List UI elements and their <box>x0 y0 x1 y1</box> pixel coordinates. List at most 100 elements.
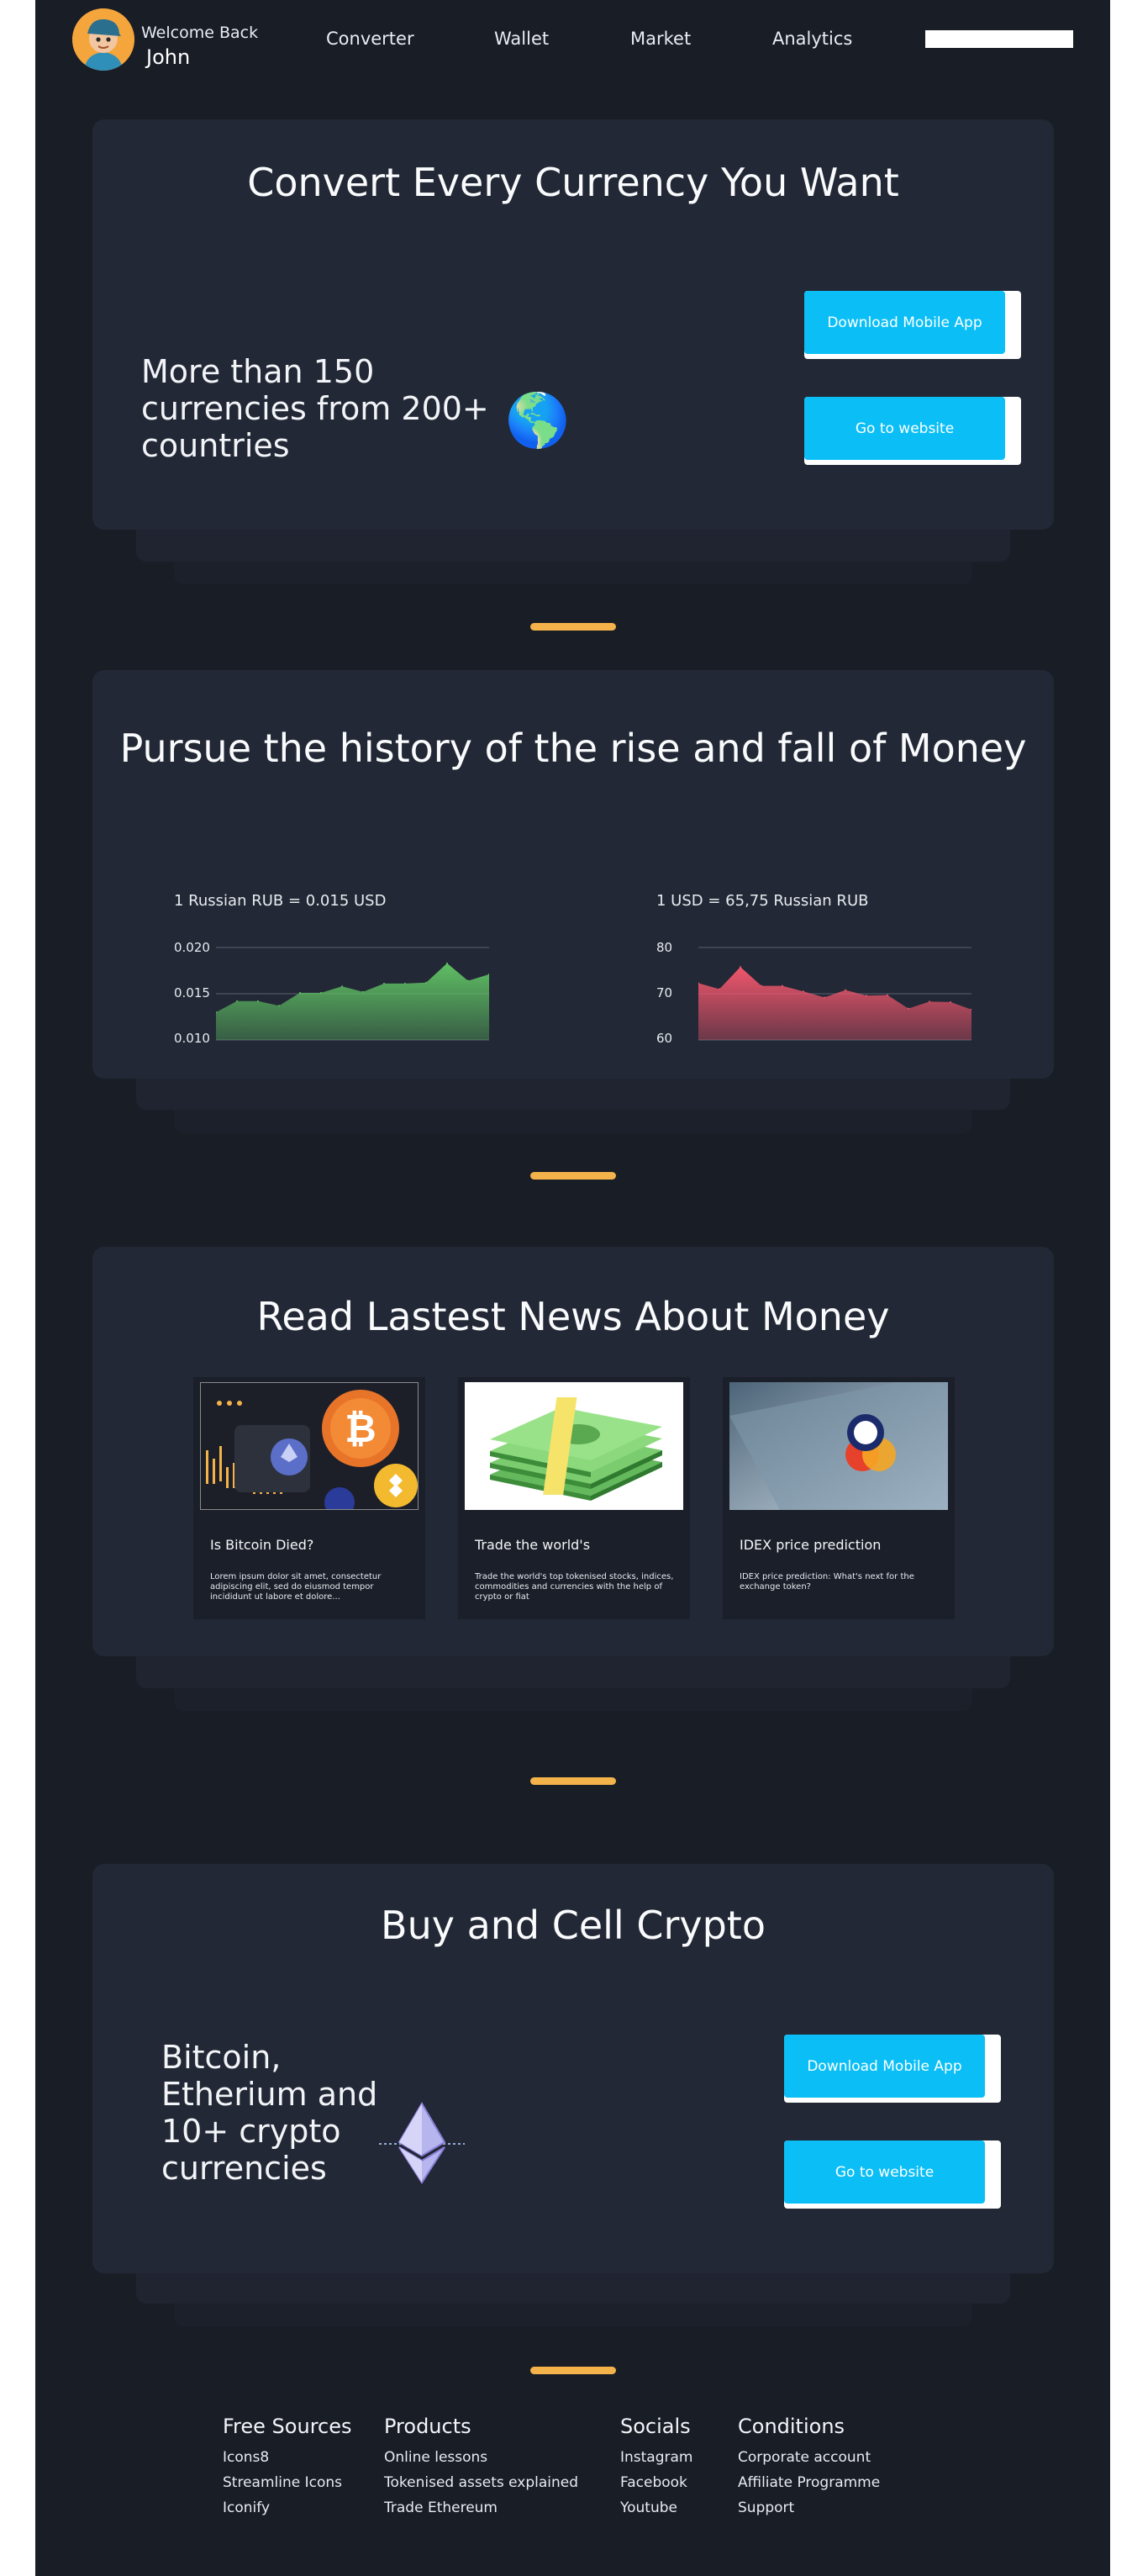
chart-data-point <box>362 990 364 993</box>
chart-data-point <box>845 989 846 991</box>
page: Welcome Back John Converter Wallet Marke… <box>35 0 1110 2576</box>
footer-link[interactable]: Affiliate Programme <box>738 2470 880 2495</box>
footer-link[interactable]: Icons8 <box>223 2445 352 2470</box>
chart-data-point <box>929 1000 930 1003</box>
chart-data-point <box>383 982 385 984</box>
chart-data-point <box>320 991 322 994</box>
history-card: Pursue the history of the rise and fall … <box>92 670 1054 1079</box>
chart-data-point <box>299 991 301 994</box>
chart-data-point <box>257 1000 259 1002</box>
chart-data-point <box>866 995 867 997</box>
footer-column-products: Products Online lessons Tokenised assets… <box>384 2415 578 2521</box>
footer-link[interactable]: Iconify <box>223 2495 352 2521</box>
go-to-website-label: Go to website <box>804 397 1005 460</box>
news-item[interactable]: Trade the world's Trade the world's top … <box>458 1377 690 1619</box>
footer-column-free-sources: Free Sources Icons8 Streamline Icons Ico… <box>223 2415 352 2521</box>
nav-market[interactable]: Market <box>630 29 691 49</box>
footer-column-conditions: Conditions Corporate account Affiliate P… <box>738 2415 880 2521</box>
welcome-text: Welcome Back <box>141 24 259 42</box>
chart-rub-usd <box>216 947 489 1041</box>
chart-rub-usd-ytick: 0.015 <box>174 985 210 1000</box>
chart-rub-usd-ytick: 0.010 <box>174 1031 210 1046</box>
news-item-title: Trade the world's <box>475 1537 591 1553</box>
nav-converter[interactable]: Converter <box>326 29 414 49</box>
chart-data-point <box>782 984 783 987</box>
footer-heading: Conditions <box>738 2415 845 2438</box>
chart-rub-usd-ytick: 0.020 <box>174 940 210 955</box>
chart-data-point <box>446 962 448 964</box>
news-item-title: Is Bitcoin Died? <box>210 1537 314 1553</box>
news-title: Read Lastest News About Money <box>256 1294 890 1339</box>
credit-card-image <box>729 1382 948 1510</box>
news-item-description: Trade the world's top tokenised stocks, … <box>475 1572 674 1602</box>
news-item-description: IDEX price prediction: What's next for t… <box>740 1572 914 1592</box>
user-name: John <box>146 45 191 69</box>
nav-analytics[interactable]: Analytics <box>772 29 852 49</box>
chart-area-series <box>698 967 971 1040</box>
user-avatar[interactable] <box>72 8 134 71</box>
chart-data-point <box>824 996 825 999</box>
section-divider <box>530 623 616 631</box>
chart-data-point <box>950 1000 951 1003</box>
footer-link[interactable]: Trade Ethereum <box>384 2495 578 2521</box>
footer-link[interactable]: Streamline Icons <box>223 2470 352 2495</box>
history-title: Pursue the history of the rise and fall … <box>119 726 1027 771</box>
chart-usd-rub-ytick: 80 <box>656 940 673 955</box>
crypto-card: Buy and Cell Crypto Bitcoin, Etherium an… <box>92 1864 1054 2273</box>
globe-icon: 🌎 <box>505 389 571 451</box>
footer-link[interactable]: Instagram <box>620 2445 693 2470</box>
chart-data-point <box>236 1000 238 1002</box>
download-app-button[interactable]: Download Mobile App <box>804 291 1021 359</box>
chart-usd-rub-ytick: 70 <box>656 985 673 1000</box>
footer-link[interactable]: Youtube <box>620 2495 693 2521</box>
news-item-description: Lorem ipsum dolor sit amet, consectetur … <box>210 1572 382 1602</box>
svg-text:₿: ₿ <box>345 1406 376 1451</box>
section-divider <box>530 1777 616 1785</box>
converter-title: Convert Every Currency You Want <box>247 160 899 205</box>
chart-data-point <box>341 985 343 988</box>
footer-column-socials: Socials Instagram Facebook Youtube <box>620 2415 693 2521</box>
chart-data-point <box>887 994 888 996</box>
chart-data-point <box>719 988 720 990</box>
footer-heading: Products <box>384 2415 471 2438</box>
footer-link[interactable]: Corporate account <box>738 2445 880 2470</box>
go-to-website-button[interactable]: Go to website <box>784 2141 1001 2209</box>
chart-data-point <box>467 979 469 982</box>
crypto-title: Buy and Cell Crypto <box>381 1903 766 1948</box>
section-divider <box>530 1172 616 1180</box>
chart-data-point <box>740 966 741 969</box>
bitcoin-news-image: ₿ <box>200 1382 419 1510</box>
download-app-label: Download Mobile App <box>784 2035 985 2098</box>
footer-link[interactable]: Support <box>738 2495 880 2521</box>
footer-link[interactable]: Facebook <box>620 2470 693 2495</box>
footer-heading: Free Sources <box>223 2415 352 2438</box>
chart-usd-rub <box>698 947 971 1041</box>
search-input[interactable] <box>925 30 1073 48</box>
chart-data-point <box>425 981 427 984</box>
money-stack-image <box>465 1382 683 1510</box>
download-app-label: Download Mobile App <box>804 291 1005 354</box>
news-item-title: IDEX price prediction <box>740 1537 882 1553</box>
crypto-description: Bitcoin, Etherium and 10+ crypto currenc… <box>161 2039 378 2187</box>
go-to-website-label: Go to website <box>784 2141 985 2204</box>
news-item[interactable]: ₿ Is Bitcoin Died? Lorem ipsum dolor sit… <box>193 1377 425 1619</box>
chart-data-point <box>404 982 406 984</box>
footer-heading: Socials <box>620 2415 691 2438</box>
footer-link[interactable]: Tokenised assets explained <box>384 2470 578 2495</box>
ethereum-icon <box>379 2102 465 2184</box>
chart-data-point <box>803 990 804 993</box>
go-to-website-button[interactable]: Go to website <box>804 397 1021 465</box>
news-item[interactable]: IDEX price prediction IDEX price predict… <box>723 1377 955 1619</box>
chart-data-point <box>761 984 762 987</box>
section-divider <box>530 2367 616 2374</box>
download-app-button[interactable]: Download Mobile App <box>784 2035 1001 2103</box>
news-card: Read Lastest News About Money ₿ Is Bitco… <box>92 1247 1054 1656</box>
chart-usd-rub-title: 1 USD = 65,75 Russian RUB <box>656 892 869 910</box>
chart-data-point <box>278 1005 280 1007</box>
chart-data-point <box>908 1007 909 1010</box>
nav-wallet[interactable]: Wallet <box>494 29 549 49</box>
chart-rub-usd-title: 1 Russian RUB = 0.015 USD <box>174 892 387 910</box>
chart-usd-rub-ytick: 60 <box>656 1031 673 1046</box>
converter-description: More than 150 currencies from 200+ count… <box>141 353 489 464</box>
footer-link[interactable]: Online lessons <box>384 2445 578 2470</box>
